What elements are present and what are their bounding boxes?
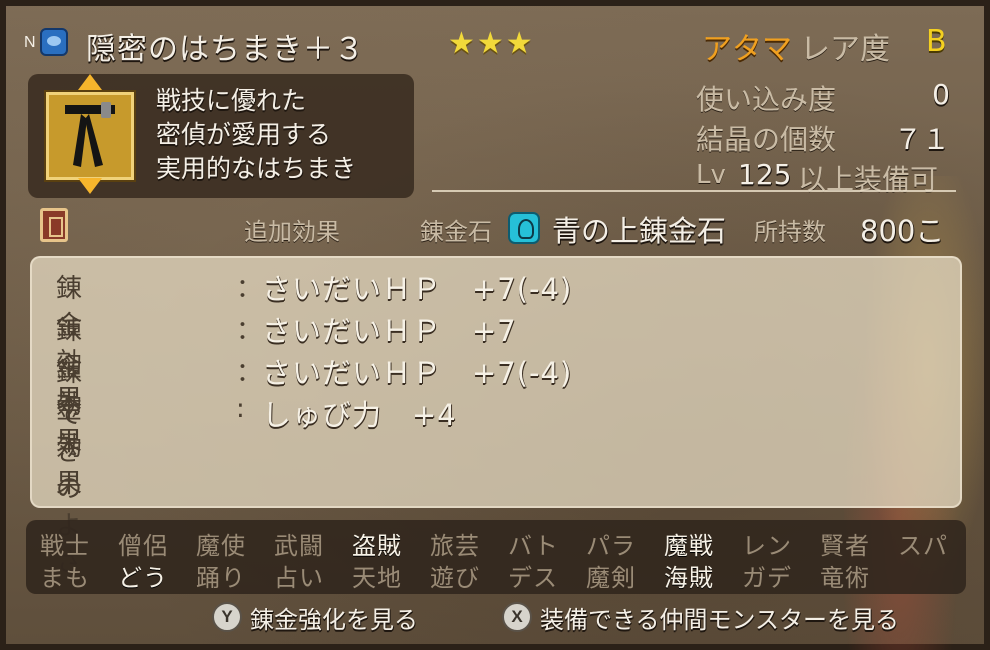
job-label: 旅芸 xyxy=(430,532,480,560)
job-label: 魔使 xyxy=(196,532,246,560)
black-headband-icon xyxy=(65,102,115,167)
job-label: 天地 xyxy=(352,564,402,592)
alchemy-stone-name: 青の上錬金石 xyxy=(552,214,727,248)
item-stats: 使い込み度 0 結晶の個数 ７１ Lv 125 以上装備可 xyxy=(696,78,956,198)
job-label: 遊び xyxy=(430,564,480,592)
job-label: 魔戦 xyxy=(664,532,714,560)
n-mark: N xyxy=(24,34,36,51)
level-suffix: 以上装備可 xyxy=(798,163,939,196)
equipment-slot: アタマ xyxy=(702,32,792,67)
job-label: レン xyxy=(742,532,792,560)
item-description-panel: 戦技に優れた 密偵が愛用する 実用的なはちまき xyxy=(28,74,414,198)
job-label: 賢者 xyxy=(820,532,870,560)
alchemy-effects-list: 錬金効果 ： さいだいＨＰ +7(-4) 錬金効果 ： さいだいＨＰ +7 錬金… xyxy=(30,256,962,578)
job-label: どう xyxy=(118,564,168,592)
rarity-value: B xyxy=(926,24,947,59)
view-equippable-monsters-hint[interactable]: 装備できる仲間モンスターを見る xyxy=(540,600,899,635)
job-label: 僧侶 xyxy=(118,532,168,560)
star-rating: ★★★ xyxy=(448,26,535,61)
x-button-icon[interactable]: X xyxy=(502,602,532,632)
crystal-value: ７１ xyxy=(893,123,950,156)
job-label: 竜術 xyxy=(820,564,870,592)
item-name: 隠密のはちまき＋３ xyxy=(86,32,365,67)
usage-row: 使い込み度 0 xyxy=(696,78,956,118)
owned-count-label: 所持数 xyxy=(754,218,826,246)
crystal-label: 結晶の個数 xyxy=(696,123,837,156)
rarity-label: レア度 xyxy=(800,32,890,67)
job-label: 海賊 xyxy=(664,564,714,592)
alchemy-stone-label: 錬金石 xyxy=(420,218,492,246)
item-header: N 隠密のはちまき＋３ ★★★ アタマ レア度 B xyxy=(24,20,974,67)
job-label: デス xyxy=(508,564,558,592)
helmet-category-icon xyxy=(40,28,68,56)
usage-value: 0 xyxy=(932,78,950,111)
effect-colon: ： xyxy=(236,274,263,304)
effect-colon: ： xyxy=(236,358,263,388)
level-value: 125 xyxy=(738,158,792,191)
alchemy-stone-icon xyxy=(508,212,540,244)
item-detail-window: N 隠密のはちまき＋３ ★★★ アタマ レア度 B 戦技に優れた 密偵が愛用する… xyxy=(0,0,990,650)
job-label: スパ xyxy=(898,532,948,560)
effect-colon: : xyxy=(236,394,245,424)
job-label: パラ xyxy=(586,532,636,560)
job-label: 盗賊 xyxy=(352,532,402,560)
effect-colon: ： xyxy=(236,316,263,346)
owned-count-value: 800こ xyxy=(860,214,945,248)
job-label: 魔剣 xyxy=(586,564,636,592)
crystal-row: 結晶の個数 ７１ xyxy=(696,118,956,158)
job-label: 占い xyxy=(274,564,324,592)
view-alchemy-upgrade-hint[interactable]: 錬金強化を見る xyxy=(250,600,418,635)
effect-value: さいだいＨＰ +7 xyxy=(262,314,517,348)
job-label: まも xyxy=(40,564,90,592)
job-label: 武闘 xyxy=(274,532,324,560)
quality-value: しゅび力 +4 xyxy=(262,398,457,432)
description-line: 戦技に優れた xyxy=(156,86,307,115)
effect-value: さいだいＨＰ +7(-4) xyxy=(262,356,573,390)
job-label: 踊り xyxy=(196,564,246,592)
description-text: 戦技に優れた 密偵が愛用する 実用的なはちまき xyxy=(156,84,356,186)
job-label: ガデ xyxy=(742,564,792,592)
description-line: 密偵が愛用する xyxy=(156,120,332,149)
job-label: バト xyxy=(508,532,559,560)
item-thumbnail xyxy=(46,92,134,180)
scroll-down-arrow-icon[interactable] xyxy=(78,178,102,194)
level-requirement-row: Lv 125 以上装備可 xyxy=(696,158,956,198)
book-icon[interactable] xyxy=(40,208,68,242)
stats-divider xyxy=(432,190,956,192)
usage-label: 使い込み度 xyxy=(696,83,837,116)
equippable-jobs-panel: 戦士 僧侶 魔使 武闘 盗賊 旅芸 バト パラ 魔戦 レン 賢者 スパ まも どう 踊り 占い 天地 遊び デス魔… xyxy=(26,520,966,594)
y-button-icon[interactable]: Y xyxy=(212,602,242,632)
job-label: 戦士 xyxy=(40,532,90,560)
level-prefix: Lv xyxy=(696,160,726,190)
additional-effect-label: 追加効果 xyxy=(244,218,340,246)
effect-value: さいだいＨＰ +7(-4) xyxy=(262,272,573,306)
scroll-up-arrow-icon[interactable] xyxy=(78,74,102,90)
description-line: 実用的なはちまき xyxy=(156,154,357,183)
